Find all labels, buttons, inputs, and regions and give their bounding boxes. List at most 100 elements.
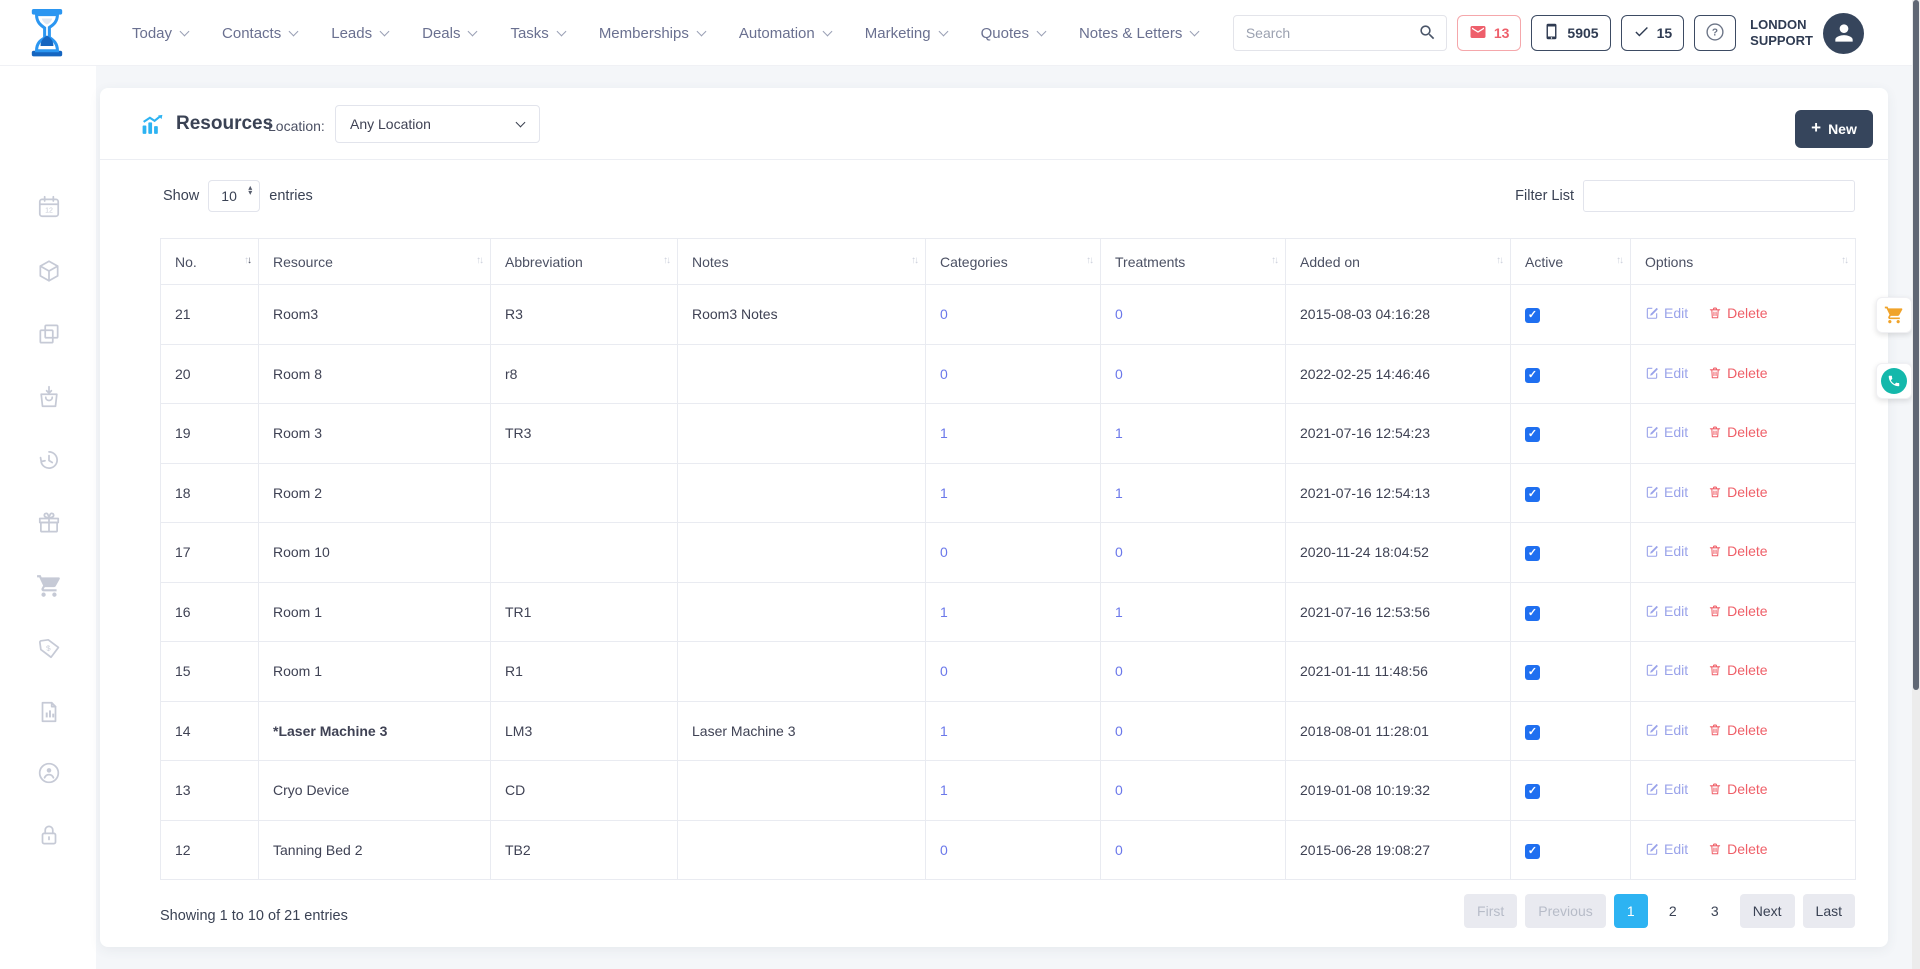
column-header-resource[interactable]: Resource↑↓ bbox=[259, 239, 491, 285]
sidebar-item-shopping-bag[interactable] bbox=[36, 384, 62, 410]
delete-button[interactable]: Delete bbox=[1708, 781, 1767, 797]
nav-item-automation[interactable]: Automation bbox=[739, 25, 831, 42]
categories-count-link[interactable]: 1 bbox=[940, 604, 948, 620]
tasks-badge[interactable]: 15 bbox=[1621, 15, 1685, 51]
categories-count-link[interactable]: 0 bbox=[940, 663, 948, 679]
phone-badge[interactable]: 5905 bbox=[1531, 15, 1610, 51]
edit-button[interactable]: Edit bbox=[1645, 484, 1688, 500]
sidebar-item-price-tag[interactable]: $ bbox=[36, 636, 62, 662]
categories-count-link[interactable]: 0 bbox=[940, 306, 948, 322]
sidebar-item-cart[interactable] bbox=[36, 573, 62, 599]
treatments-count-link[interactable]: 0 bbox=[1115, 544, 1123, 560]
treatments-count-link[interactable]: 0 bbox=[1115, 663, 1123, 679]
active-checkbox[interactable]: ✓ bbox=[1525, 665, 1540, 680]
location-select[interactable]: Any Location bbox=[335, 105, 540, 143]
column-header-no[interactable]: No.↑↓ bbox=[161, 239, 259, 285]
categories-count-link[interactable]: 1 bbox=[940, 425, 948, 441]
filter-input[interactable] bbox=[1583, 180, 1855, 212]
sidebar-item-gift[interactable] bbox=[36, 510, 62, 536]
app-logo-hourglass-icon[interactable] bbox=[28, 8, 66, 58]
categories-count-link[interactable]: 1 bbox=[940, 723, 948, 739]
nav-item-memberships[interactable]: Memberships bbox=[599, 25, 705, 42]
nav-item-deals[interactable]: Deals bbox=[422, 25, 476, 42]
delete-button[interactable]: Delete bbox=[1708, 484, 1767, 500]
treatments-count-link[interactable]: 1 bbox=[1115, 425, 1123, 441]
sidebar-item-report[interactable] bbox=[36, 699, 62, 725]
mail-badge[interactable]: 13 bbox=[1457, 15, 1522, 51]
pagination-last[interactable]: Last bbox=[1803, 894, 1855, 928]
nav-item-quotes[interactable]: Quotes bbox=[981, 25, 1045, 42]
active-checkbox[interactable]: ✓ bbox=[1525, 606, 1540, 621]
pagination-next[interactable]: Next bbox=[1740, 894, 1795, 928]
pagination-2[interactable]: 2 bbox=[1656, 894, 1690, 928]
active-checkbox[interactable]: ✓ bbox=[1525, 308, 1540, 323]
categories-count-link[interactable]: 0 bbox=[940, 842, 948, 858]
edit-button[interactable]: Edit bbox=[1645, 781, 1688, 797]
column-header-abbreviation[interactable]: Abbreviation↑↓ bbox=[491, 239, 678, 285]
sidebar-item-lock[interactable] bbox=[36, 822, 62, 848]
delete-button[interactable]: Delete bbox=[1708, 424, 1767, 440]
nav-item-tasks[interactable]: Tasks bbox=[510, 25, 564, 42]
column-header-notes[interactable]: Notes↑↓ bbox=[678, 239, 926, 285]
active-checkbox[interactable]: ✓ bbox=[1525, 487, 1540, 502]
edit-button[interactable]: Edit bbox=[1645, 722, 1688, 738]
help-button[interactable]: ? bbox=[1694, 15, 1736, 51]
sidebar-item-history[interactable] bbox=[36, 447, 62, 473]
active-checkbox[interactable]: ✓ bbox=[1525, 784, 1540, 799]
sidebar-item-calendar[interactable]: 12 bbox=[36, 194, 62, 220]
column-header-categories[interactable]: Categories↑↓ bbox=[926, 239, 1101, 285]
pagination-1[interactable]: 1 bbox=[1614, 894, 1648, 928]
search-icon[interactable] bbox=[1418, 23, 1437, 42]
categories-count-link[interactable]: 0 bbox=[940, 366, 948, 382]
sidebar-item-duplicate[interactable] bbox=[36, 321, 62, 347]
nav-item-leads[interactable]: Leads bbox=[331, 25, 388, 42]
active-checkbox[interactable]: ✓ bbox=[1525, 844, 1540, 859]
treatments-count-link[interactable]: 0 bbox=[1115, 782, 1123, 798]
active-checkbox[interactable]: ✓ bbox=[1525, 546, 1540, 561]
edit-button[interactable]: Edit bbox=[1645, 841, 1688, 857]
scrollbar-thumb[interactable] bbox=[1913, 0, 1919, 690]
column-header-added-on[interactable]: Added on↑↓ bbox=[1286, 239, 1511, 285]
nav-item-contacts[interactable]: Contacts bbox=[222, 25, 297, 42]
delete-button[interactable]: Delete bbox=[1708, 305, 1767, 321]
delete-button[interactable]: Delete bbox=[1708, 722, 1767, 738]
delete-button[interactable]: Delete bbox=[1708, 841, 1767, 857]
treatments-count-link[interactable]: 0 bbox=[1115, 723, 1123, 739]
column-header-active[interactable]: Active↑↓ bbox=[1511, 239, 1631, 285]
categories-count-link[interactable]: 1 bbox=[940, 782, 948, 798]
nav-item-marketing[interactable]: Marketing bbox=[865, 25, 947, 42]
delete-button[interactable]: Delete bbox=[1708, 543, 1767, 559]
page-size-select[interactable]: 10 ▴▾ bbox=[208, 180, 260, 212]
sidebar-item-package[interactable] bbox=[36, 258, 62, 284]
edit-button[interactable]: Edit bbox=[1645, 424, 1688, 440]
column-header-options[interactable]: Options↑↓ bbox=[1631, 239, 1856, 285]
edit-button[interactable]: Edit bbox=[1645, 662, 1688, 678]
new-button[interactable]: + New bbox=[1795, 110, 1873, 148]
nav-item-today[interactable]: Today bbox=[132, 25, 188, 42]
edit-button[interactable]: Edit bbox=[1645, 365, 1688, 381]
column-header-treatments[interactable]: Treatments↑↓ bbox=[1101, 239, 1286, 285]
edit-button[interactable]: Edit bbox=[1645, 305, 1688, 321]
active-checkbox[interactable]: ✓ bbox=[1525, 725, 1540, 740]
edit-button[interactable]: Edit bbox=[1645, 603, 1688, 619]
search-input[interactable] bbox=[1233, 15, 1447, 51]
treatments-count-link[interactable]: 1 bbox=[1115, 604, 1123, 620]
treatments-count-link[interactable]: 1 bbox=[1115, 485, 1123, 501]
active-checkbox[interactable]: ✓ bbox=[1525, 427, 1540, 442]
pagination-3[interactable]: 3 bbox=[1698, 894, 1732, 928]
categories-count-link[interactable]: 0 bbox=[940, 544, 948, 560]
edit-button[interactable]: Edit bbox=[1645, 543, 1688, 559]
treatments-count-link[interactable]: 0 bbox=[1115, 306, 1123, 322]
delete-button[interactable]: Delete bbox=[1708, 365, 1767, 381]
nav-item-notes-letters[interactable]: Notes & Letters bbox=[1079, 25, 1198, 42]
active-checkbox[interactable]: ✓ bbox=[1525, 368, 1540, 383]
treatments-count-link[interactable]: 0 bbox=[1115, 366, 1123, 382]
treatments-count-link[interactable]: 0 bbox=[1115, 842, 1123, 858]
floating-phone-button[interactable] bbox=[1876, 363, 1912, 399]
floating-cart-button[interactable] bbox=[1876, 297, 1912, 333]
sidebar-item-account[interactable] bbox=[36, 760, 62, 786]
categories-count-link[interactable]: 1 bbox=[940, 485, 948, 501]
delete-button[interactable]: Delete bbox=[1708, 603, 1767, 619]
avatar[interactable] bbox=[1823, 13, 1864, 54]
delete-button[interactable]: Delete bbox=[1708, 662, 1767, 678]
